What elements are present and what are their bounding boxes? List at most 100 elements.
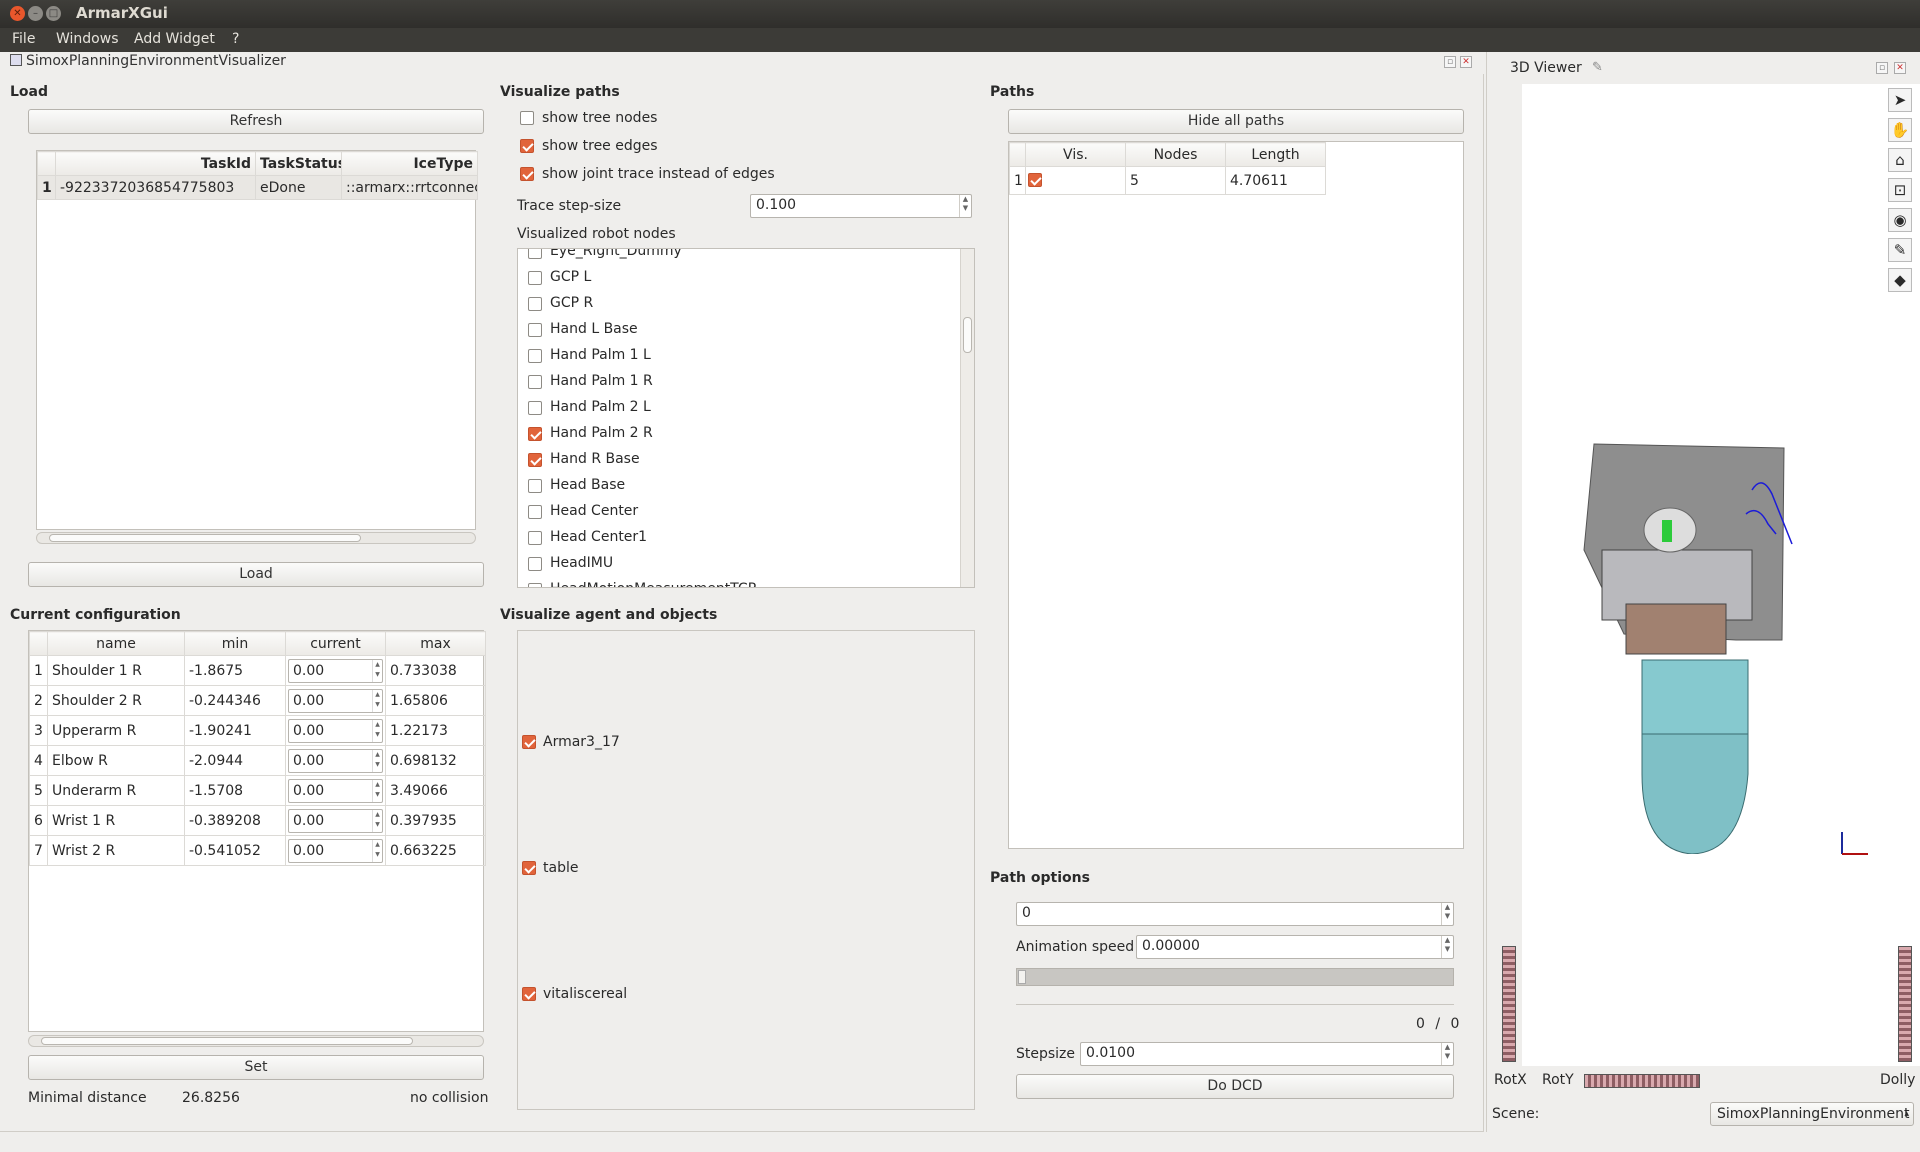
node-checkbox[interactable] bbox=[528, 249, 542, 259]
set-button[interactable]: Set bbox=[28, 1055, 484, 1080]
node-checkbox[interactable] bbox=[528, 297, 542, 311]
spin-arrows-icon[interactable]: ▲ ▼ bbox=[372, 749, 382, 772]
scroll-thumb[interactable] bbox=[41, 1037, 413, 1045]
node-checkbox[interactable] bbox=[528, 427, 542, 441]
joint-current-spinbox[interactable]: 0.00 ▲ ▼ bbox=[288, 778, 383, 803]
node-list-item[interactable]: Eye_Right_Dummy bbox=[518, 249, 958, 265]
node-list-item[interactable]: HeadIMU bbox=[518, 551, 958, 577]
spin-arrows-icon[interactable]: ▲ ▼ bbox=[372, 659, 382, 682]
spin-arrows-icon[interactable]: ▲ ▼ bbox=[372, 689, 382, 712]
menu-help[interactable]: ? bbox=[232, 31, 239, 47]
close-window-icon[interactable]: ✕ bbox=[10, 6, 25, 21]
node-checkbox[interactable] bbox=[528, 557, 542, 571]
table-row[interactable]: 5 Underarm R -1.5708 0.00 ▲ ▼ 3.49066 bbox=[29, 775, 486, 806]
home-icon[interactable]: ⌂ bbox=[1888, 148, 1912, 172]
scene-select[interactable]: SimoxPlanningEnvironment ▴ bbox=[1710, 1102, 1914, 1126]
view-all-icon[interactable]: ⊡ bbox=[1888, 178, 1912, 202]
rotx-wheel[interactable] bbox=[1502, 946, 1516, 1062]
animation-speed-spinbox[interactable]: 0.00000 ▲ ▼ bbox=[1136, 935, 1454, 959]
node-list-item[interactable]: HeadMotionMeasurementTCP bbox=[518, 577, 958, 587]
animation-slider[interactable] bbox=[1016, 968, 1454, 986]
float-dock-icon[interactable]: ▫ bbox=[1444, 56, 1456, 68]
node-checkbox[interactable] bbox=[528, 323, 542, 337]
eye-icon[interactable]: ◉ bbox=[1888, 208, 1912, 232]
task-table-hscroll[interactable] bbox=[36, 532, 476, 544]
node-list-item[interactable]: Head Center1 bbox=[518, 525, 958, 551]
node-checkbox[interactable] bbox=[528, 583, 542, 587]
node-checkbox[interactable] bbox=[528, 375, 542, 389]
scroll-thumb[interactable] bbox=[963, 317, 972, 353]
node-checkbox[interactable] bbox=[528, 401, 542, 415]
spin-arrows-icon[interactable]: ▲ ▼ bbox=[1441, 1043, 1453, 1065]
menu-add-widget[interactable]: Add Widget bbox=[134, 31, 215, 47]
show-tree-nodes-checkbox[interactable] bbox=[520, 111, 534, 125]
vis-cell[interactable] bbox=[1025, 166, 1126, 195]
stepsize-spinbox[interactable]: 0.0100 ▲ ▼ bbox=[1080, 1042, 1454, 1066]
task-id-cell[interactable]: -9223372036854775803 bbox=[55, 175, 256, 200]
col-icetype[interactable]: IceType bbox=[341, 151, 478, 176]
table-row[interactable]: 7 Wrist 2 R -0.541052 0.00 ▲ ▼ 0.663225 bbox=[29, 835, 486, 866]
joint-current-spinbox[interactable]: 0.00 ▲ ▼ bbox=[288, 808, 383, 833]
ice-type-cell[interactable]: ::armarx::rrtconnect bbox=[341, 175, 478, 200]
close-dock-icon[interactable]: ✕ bbox=[1894, 62, 1906, 74]
armar3-checkbox[interactable] bbox=[522, 735, 536, 749]
col-name[interactable]: name bbox=[47, 631, 185, 656]
col-taskid[interactable]: TaskId bbox=[55, 151, 256, 176]
table-row[interactable]: 4 Elbow R -2.0944 0.00 ▲ ▼ 0.698132 bbox=[29, 745, 486, 776]
col-taskstatus[interactable]: TaskStatus bbox=[255, 151, 342, 176]
load-button[interactable]: Load bbox=[28, 562, 484, 587]
col-vis[interactable]: Vis. bbox=[1025, 142, 1126, 167]
node-list-item[interactable]: GCP R bbox=[518, 291, 958, 317]
hand-pan-icon[interactable]: ✋ bbox=[1888, 118, 1912, 142]
path-visible-checkbox[interactable] bbox=[1028, 173, 1042, 187]
table-row[interactable]: 3 Upperarm R -1.90241 0.00 ▲ ▼ 1.22173 bbox=[29, 715, 486, 746]
table-row[interactable]: 1 Shoulder 1 R -1.8675 0.00 ▲ ▼ 0.733038 bbox=[29, 655, 486, 686]
col-max[interactable]: max bbox=[385, 631, 486, 656]
table-row[interactable]: 6 Wrist 1 R -0.389208 0.00 ▲ ▼ 0.397935 bbox=[29, 805, 486, 836]
node-list-item[interactable]: Hand Palm 2 R bbox=[518, 421, 958, 447]
viewer-canvas[interactable] bbox=[1492, 84, 1920, 1066]
node-list-item[interactable]: Hand R Base bbox=[518, 447, 958, 473]
wrench-icon[interactable]: ✎ bbox=[1592, 60, 1603, 75]
vitaliscereal-checkbox[interactable] bbox=[522, 987, 536, 1001]
spin-arrows-icon[interactable]: ▲ ▼ bbox=[1441, 936, 1453, 958]
config-hscroll[interactable] bbox=[28, 1035, 484, 1047]
float-dock-icon[interactable]: ▫ bbox=[1876, 62, 1888, 74]
hide-all-paths-button[interactable]: Hide all paths bbox=[1008, 109, 1464, 134]
joint-current-spinbox[interactable]: 0.00 ▲ ▼ bbox=[288, 718, 383, 743]
node-checkbox[interactable] bbox=[528, 505, 542, 519]
spin-arrows-icon[interactable]: ▲ ▼ bbox=[1441, 903, 1453, 925]
path-index-spinbox[interactable]: 0 ▲ ▼ bbox=[1016, 902, 1454, 926]
menu-windows[interactable]: Windows bbox=[56, 31, 119, 47]
do-dcd-button[interactable]: Do DCD bbox=[1016, 1074, 1454, 1099]
joint-current-spinbox[interactable]: 0.00 ▲ ▼ bbox=[288, 688, 383, 713]
refresh-button[interactable]: Refresh bbox=[28, 109, 484, 134]
roty-wheel[interactable] bbox=[1584, 1074, 1700, 1088]
node-checkbox[interactable] bbox=[528, 349, 542, 363]
table-row[interactable]: 2 Shoulder 2 R -0.244346 0.00 ▲ ▼ 1.65806 bbox=[29, 685, 486, 716]
node-list-item[interactable]: Head Center bbox=[518, 499, 958, 525]
node-checkbox[interactable] bbox=[528, 531, 542, 545]
trace-step-spinbox[interactable]: 0.100 ▲ ▼ bbox=[750, 194, 972, 218]
nodes-vscroll[interactable] bbox=[960, 249, 974, 587]
pin-icon[interactable]: ✎ bbox=[1888, 238, 1912, 262]
show-joint-trace-checkbox[interactable] bbox=[520, 167, 534, 181]
col-min[interactable]: min bbox=[184, 631, 286, 656]
table-row[interactable]: 1 -9223372036854775803 eDone ::armarx::r… bbox=[37, 175, 478, 200]
spin-arrows-icon[interactable]: ▲ ▼ bbox=[372, 809, 382, 832]
minimize-window-icon[interactable]: – bbox=[28, 6, 43, 21]
node-checkbox[interactable] bbox=[528, 453, 542, 467]
menu-file[interactable]: File bbox=[12, 31, 35, 47]
scroll-thumb[interactable] bbox=[49, 534, 361, 542]
node-checkbox[interactable] bbox=[528, 271, 542, 285]
spin-arrows-icon[interactable]: ▲ ▼ bbox=[372, 839, 382, 862]
col-current[interactable]: current bbox=[285, 631, 386, 656]
joint-current-spinbox[interactable]: 0.00 ▲ ▼ bbox=[288, 838, 383, 863]
spin-arrows-icon[interactable]: ▲ ▼ bbox=[372, 779, 382, 802]
node-list-item[interactable]: Head Base bbox=[518, 473, 958, 499]
node-list-item[interactable]: GCP L bbox=[518, 265, 958, 291]
joint-current-spinbox[interactable]: 0.00 ▲ ▼ bbox=[288, 658, 383, 683]
slider-handle[interactable] bbox=[1018, 970, 1026, 984]
maximize-window-icon[interactable]: □ bbox=[46, 6, 61, 21]
cube-icon[interactable]: ◆ bbox=[1888, 268, 1912, 292]
